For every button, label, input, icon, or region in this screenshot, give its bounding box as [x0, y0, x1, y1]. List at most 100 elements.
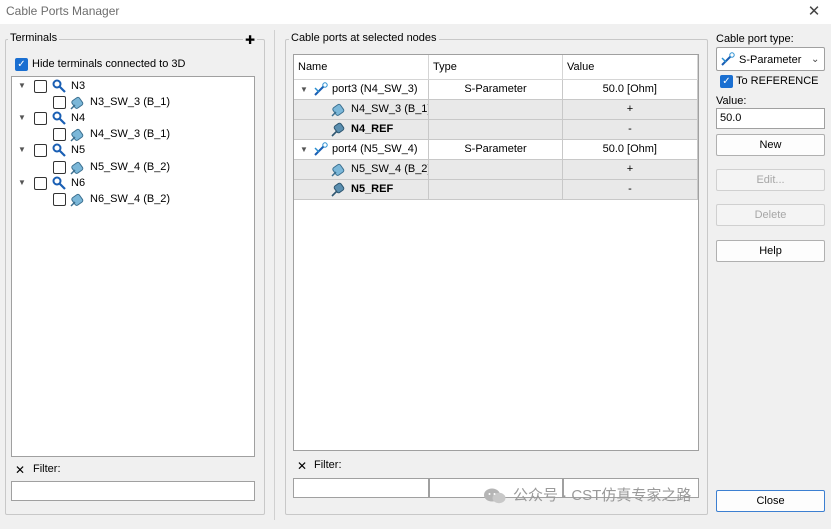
- collapse-arrow-icon[interactable]: ▼: [18, 145, 26, 154]
- node-label: N4: [71, 112, 86, 124]
- port-icon: [720, 52, 736, 67]
- column-header-name[interactable]: Name: [294, 55, 429, 80]
- ports-legend: Cable ports at selected nodes: [289, 32, 439, 44]
- terminal-checkbox[interactable]: [53, 161, 66, 174]
- title-bar: [0, 0, 831, 24]
- port-name: port4 (N5_SW_4): [332, 143, 418, 155]
- ports-filter-name-input[interactable]: [293, 478, 429, 498]
- wire-icon: [331, 162, 347, 177]
- close-button[interactable]: Close: [716, 490, 825, 512]
- table-row[interactable]: N5_REF: [294, 180, 429, 200]
- terminal-polarity-cell[interactable]: +: [563, 160, 698, 180]
- terminal-name: N4_SW_3 (B_1): [351, 103, 429, 115]
- reference-name: N5_REF: [351, 183, 394, 195]
- clear-filter-icon[interactable]: ✕: [297, 459, 307, 473]
- window-close-button[interactable]: ✕: [803, 2, 825, 22]
- terminals-legend: Terminals: [8, 32, 60, 44]
- terminal-name: N5_SW_4 (B_2): [351, 163, 429, 175]
- tree-terminal-n3[interactable]: N3_SW_3 (B_1): [11, 95, 255, 111]
- value-label: Value:: [716, 95, 747, 107]
- terminals-filter-input[interactable]: [11, 481, 255, 501]
- node-label: N3: [71, 80, 86, 92]
- wire-icon: [70, 192, 86, 207]
- tree-terminal-n5[interactable]: N5_SW_4 (B_2): [11, 160, 255, 176]
- terminals-filter-label: Filter:: [33, 463, 61, 475]
- table-row[interactable]: ▼ port4 (N5_SW_4): [294, 140, 429, 160]
- clear-filter-icon[interactable]: ✕: [15, 463, 25, 477]
- collapse-arrow-icon[interactable]: ▼: [18, 178, 26, 187]
- wire-icon: [70, 127, 86, 142]
- panel-splitter[interactable]: [274, 30, 277, 520]
- port-icon: [313, 142, 329, 157]
- probe-icon: [52, 143, 66, 157]
- probe-icon: [52, 111, 66, 125]
- terminal-label: N5_SW_4 (B_2): [90, 161, 171, 173]
- node-label: N5: [71, 144, 86, 156]
- terminal-label: N6_SW_4 (B_2): [90, 193, 171, 205]
- column-header-value[interactable]: Value: [563, 55, 698, 80]
- table-row[interactable]: N4_SW_3 (B_1): [294, 100, 429, 120]
- collapse-arrow-icon[interactable]: ▼: [300, 80, 308, 99]
- reference-type-cell[interactable]: [429, 120, 563, 140]
- cable-port-type-value: S-Parameter: [739, 54, 802, 66]
- node-checkbox[interactable]: [34, 144, 47, 157]
- node-checkbox[interactable]: [34, 112, 47, 125]
- probe-icon: [52, 79, 66, 93]
- terminal-checkbox[interactable]: [53, 128, 66, 141]
- to-reference-checkbox[interactable]: ✓: [720, 75, 733, 88]
- cable-port-type-select[interactable]: S-Parameter ⌄: [716, 47, 825, 71]
- wire-icon: [331, 102, 347, 117]
- node-label: N6: [71, 177, 86, 189]
- port-type-cell[interactable]: S-Parameter: [429, 80, 563, 100]
- table-row[interactable]: ▼ port3 (N4_SW_3): [294, 80, 429, 100]
- ports-filter-label: Filter:: [314, 459, 342, 471]
- terminal-type-cell[interactable]: [429, 100, 563, 120]
- port-type-cell[interactable]: S-Parameter: [429, 140, 563, 160]
- collapse-arrow-icon[interactable]: ▼: [18, 113, 26, 122]
- help-button[interactable]: Help: [716, 240, 825, 262]
- table-row[interactable]: N4_REF: [294, 120, 429, 140]
- terminal-label: N3_SW_3 (B_1): [90, 96, 171, 108]
- terminal-checkbox[interactable]: [53, 96, 66, 109]
- column-header-type[interactable]: Type: [429, 55, 563, 80]
- reference-polarity-cell[interactable]: -: [563, 180, 698, 200]
- to-reference-label: To REFERENCE: [736, 75, 819, 87]
- reference-type-cell[interactable]: [429, 180, 563, 200]
- probe-icon: [52, 176, 66, 190]
- port-name: port3 (N4_SW_3): [332, 83, 418, 95]
- node-checkbox[interactable]: [34, 177, 47, 190]
- ref-icon: [331, 122, 347, 137]
- new-button[interactable]: New: [716, 134, 825, 156]
- terminal-polarity-cell[interactable]: +: [563, 100, 698, 120]
- ref-icon: [331, 182, 347, 197]
- terminal-checkbox[interactable]: [53, 193, 66, 206]
- tree-node-n5[interactable]: ▼ N5: [11, 143, 255, 159]
- edit-button[interactable]: Edit...: [716, 169, 825, 191]
- reference-polarity-cell[interactable]: -: [563, 120, 698, 140]
- wechat-icon: [483, 486, 507, 506]
- tree-terminal-n6[interactable]: N6_SW_4 (B_2): [11, 192, 255, 208]
- collapse-arrow-icon[interactable]: ▼: [300, 140, 308, 159]
- tree-node-n6[interactable]: ▼ N6: [11, 176, 255, 192]
- port-value-cell[interactable]: 50.0 [Ohm]: [563, 140, 698, 160]
- reference-name: N4_REF: [351, 123, 394, 135]
- tree-node-n4[interactable]: ▼ N4: [11, 111, 255, 127]
- wire-icon: [70, 160, 86, 175]
- tree-terminal-n4[interactable]: N4_SW_3 (B_1): [11, 127, 255, 143]
- wire-icon: [70, 95, 86, 110]
- value-input[interactable]: 50.0: [716, 108, 825, 129]
- table-row[interactable]: N5_SW_4 (B_2): [294, 160, 429, 180]
- port-value-cell[interactable]: 50.0 [Ohm]: [563, 80, 698, 100]
- collapse-arrow-icon[interactable]: ▼: [18, 81, 26, 90]
- cable-port-type-label: Cable port type:: [716, 33, 794, 45]
- chevron-down-icon: ⌄: [811, 54, 820, 65]
- add-terminal-icon[interactable]: ✚: [243, 33, 258, 47]
- window-title: Cable Ports Manager: [6, 4, 120, 18]
- watermark-text: 公众号 · CST仿真专家之路: [513, 487, 692, 504]
- hide-terminals-checkbox[interactable]: ✓: [15, 58, 28, 71]
- node-checkbox[interactable]: [34, 80, 47, 93]
- terminal-label: N4_SW_3 (B_1): [90, 128, 171, 140]
- terminal-type-cell[interactable]: [429, 160, 563, 180]
- delete-button[interactable]: Delete: [716, 204, 825, 226]
- port-icon: [313, 82, 329, 97]
